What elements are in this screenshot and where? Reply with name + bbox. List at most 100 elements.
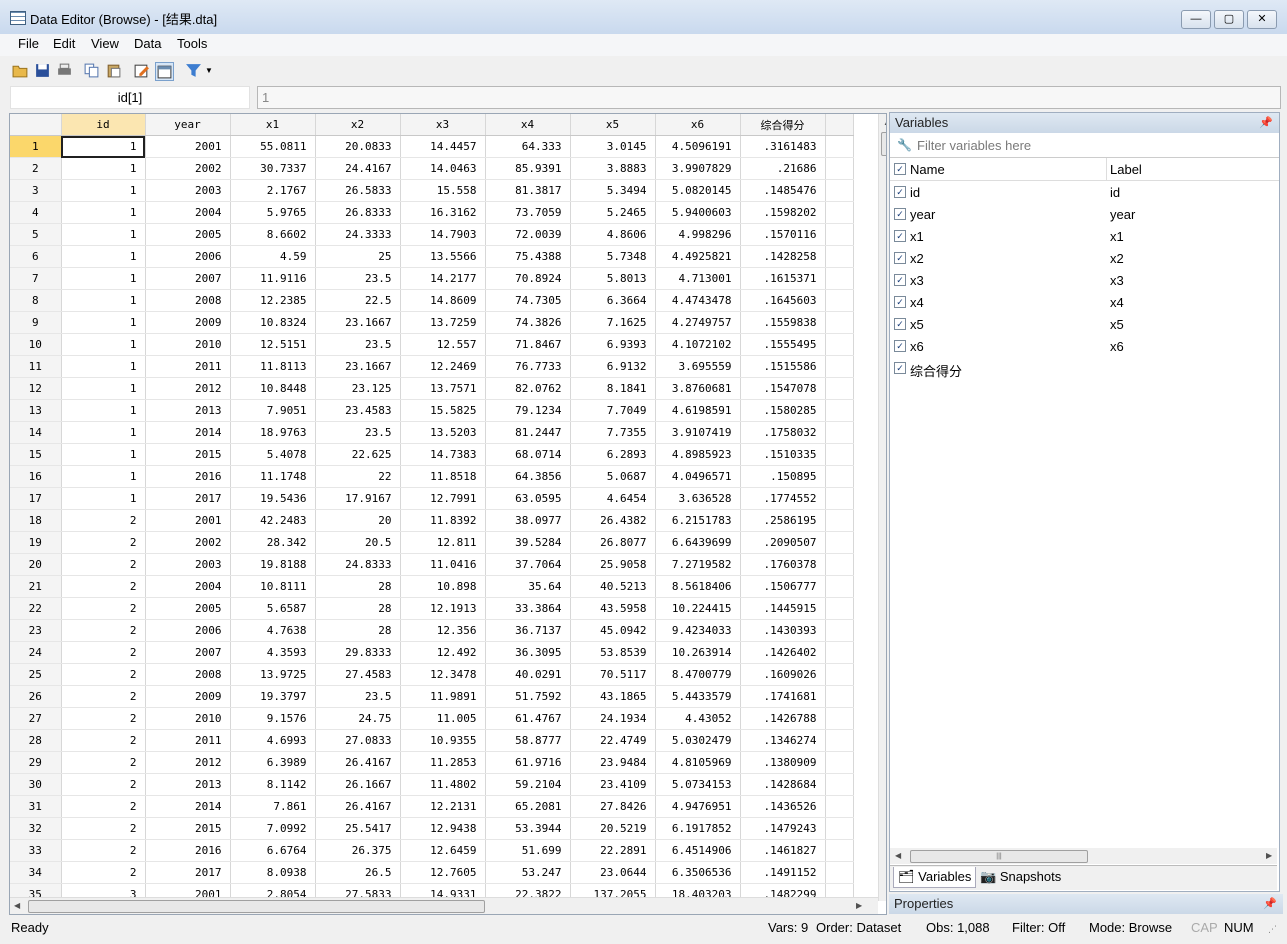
data-cell[interactable]: 20.0833 [315,135,401,158]
variable-checkbox[interactable]: ✓ [894,252,906,264]
data-cell[interactable]: 11.0416 [400,553,486,576]
data-cell[interactable]: 2002 [145,531,231,554]
data-cell[interactable]: 4.3593 [230,641,316,664]
data-cell[interactable]: 2005 [145,597,231,620]
column-header[interactable]: x4 [485,114,571,136]
data-cell[interactable]: 23.0644 [570,861,656,884]
column-header[interactable]: 综合得分 [740,114,826,136]
data-cell[interactable]: 4.8985923 [655,443,741,466]
data-cell[interactable]: 28.342 [230,531,316,554]
data-cell[interactable]: 24.8333 [315,553,401,576]
row-number[interactable]: 9 [10,311,62,334]
data-cell[interactable]: 2003 [145,553,231,576]
data-cell[interactable]: 7.861 [230,795,316,818]
row-number[interactable]: 16 [10,465,62,488]
data-cell[interactable]: 12.492 [400,641,486,664]
save-icon[interactable] [34,62,51,79]
data-cell[interactable]: 26.375 [315,839,401,862]
data-cell[interactable]: .1609026 [740,663,826,686]
data-cell[interactable]: 2003 [145,179,231,202]
data-cell[interactable]: 3.9107419 [655,421,741,444]
data-cell[interactable]: 12.2131 [400,795,486,818]
row-number[interactable]: 13 [10,399,62,422]
data-cell[interactable]: .1461827 [740,839,826,862]
column-header[interactable]: x2 [315,114,401,136]
data-cell[interactable]: 5.6587 [230,597,316,620]
row-number[interactable]: 28 [10,729,62,752]
data-cell[interactable]: 3.695559 [655,355,741,378]
data-cell[interactable]: 11.8518 [400,465,486,488]
data-cell[interactable]: 5.7348 [570,245,656,268]
data-cell[interactable]: 26.5 [315,861,401,884]
row-number[interactable]: 26 [10,685,62,708]
data-cell[interactable]: 28 [315,597,401,620]
data-cell[interactable]: 76.7733 [485,355,571,378]
row-number[interactable]: 10 [10,333,62,356]
data-cell[interactable]: 1 [61,399,146,422]
column-header[interactable]: x3 [400,114,486,136]
row-number[interactable]: 8 [10,289,62,312]
data-cell[interactable]: 40.5213 [570,575,656,598]
row-number[interactable]: 18 [10,509,62,532]
data-cell[interactable]: 4.1072102 [655,333,741,356]
data-cell[interactable]: .1570116 [740,223,826,246]
data-cell[interactable]: 7.9051 [230,399,316,422]
data-cell[interactable]: 59.2104 [485,773,571,796]
data-cell[interactable]: 20 [315,509,401,532]
data-cell[interactable]: 63.0595 [485,487,571,510]
data-cell[interactable]: 81.2447 [485,421,571,444]
data-cell[interactable]: 1 [61,443,146,466]
data-cell[interactable]: 8.4700779 [655,663,741,686]
data-cell[interactable]: 6.3989 [230,751,316,774]
data-cell[interactable]: 81.3817 [485,179,571,202]
data-cell[interactable]: 23.5 [315,685,401,708]
data-cell[interactable]: 2009 [145,685,231,708]
data-cell[interactable]: 24.3333 [315,223,401,246]
data-cell[interactable]: 7.7049 [570,399,656,422]
data-cell[interactable]: 1 [61,223,146,246]
cell-value-field[interactable]: 1 [257,86,1281,109]
data-cell[interactable]: 4.713001 [655,267,741,290]
data-cell[interactable]: 2013 [145,773,231,796]
data-cell[interactable]: 64.3856 [485,465,571,488]
data-cell[interactable]: 25.5417 [315,817,401,840]
data-cell[interactable]: 4.9476951 [655,795,741,818]
panel-scroll-left-icon[interactable]: ◀ [895,851,901,860]
row-number[interactable]: 11 [10,355,62,378]
data-cell[interactable]: 1 [61,355,146,378]
data-cell[interactable]: 4.8105969 [655,751,741,774]
data-cell[interactable]: 16.3162 [400,201,486,224]
data-cell[interactable]: 12.356 [400,619,486,642]
data-cell[interactable]: .1758032 [740,421,826,444]
variable-checkbox[interactable]: ✓ [894,296,906,308]
horizontal-scroll-thumb[interactable] [28,900,485,913]
data-cell[interactable]: 1 [61,311,146,334]
data-cell[interactable]: 20.5 [315,531,401,554]
data-cell[interactable]: 1 [61,421,146,444]
data-cell[interactable]: .1428258 [740,245,826,268]
data-cell[interactable]: 2017 [145,861,231,884]
data-cell[interactable]: 65.2081 [485,795,571,818]
data-cell[interactable]: 24.75 [315,707,401,730]
row-number[interactable]: 33 [10,839,62,862]
row-number[interactable]: 12 [10,377,62,400]
data-cell[interactable]: 8.5618406 [655,575,741,598]
variable-item[interactable]: ✓ x6 x6 [890,335,1279,357]
data-cell[interactable]: 2014 [145,421,231,444]
pin-icon[interactable]: 📌 [1259,113,1273,133]
data-cell[interactable]: 27.8426 [570,795,656,818]
edit-mode-icon[interactable] [133,62,150,79]
data-cell[interactable]: 5.0687 [570,465,656,488]
variable-item[interactable]: ✓ id id [890,181,1279,203]
paste-icon[interactable] [105,62,122,79]
data-cell[interactable]: 8.0938 [230,861,316,884]
data-cell[interactable]: 2013 [145,399,231,422]
data-cell[interactable]: 2012 [145,751,231,774]
data-cell[interactable]: 1 [61,157,146,180]
data-cell[interactable]: 6.9393 [570,333,656,356]
data-cell[interactable]: 12.7991 [400,487,486,510]
data-cell[interactable]: 51.7592 [485,685,571,708]
variable-item[interactable]: ✓ x2 x2 [890,247,1279,269]
print-icon[interactable] [56,62,73,79]
data-cell[interactable]: 13.5203 [400,421,486,444]
